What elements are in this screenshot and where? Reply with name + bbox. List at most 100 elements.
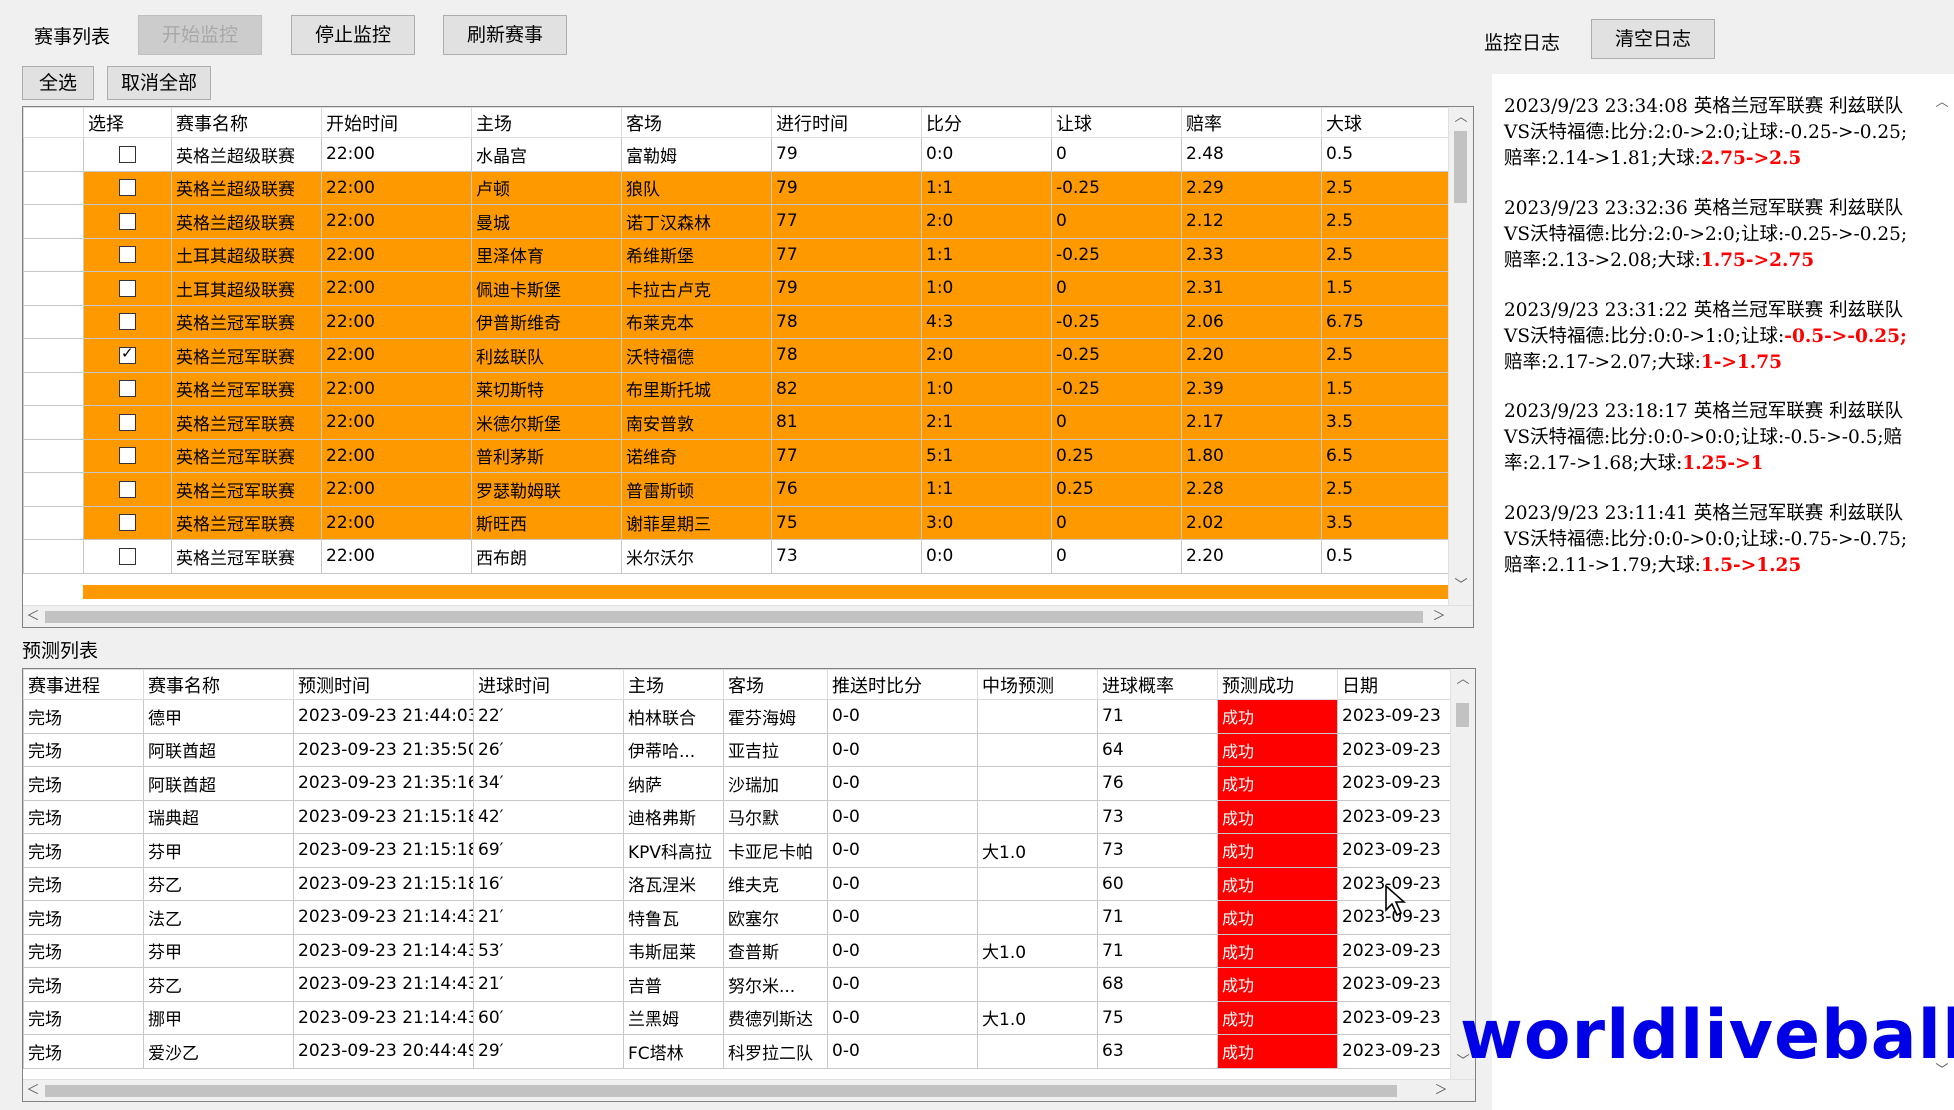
prediction-row[interactable]: 完场 芬甲 2023-09-23 21:15:18 69′ KPV科高拉 卡亚尼卡帕 0-0… [23, 833, 1454, 868]
prediction-row[interactable]: 完场 芬甲 2023-09-23 21:14:43 53′ 韦斯屈莱 查普斯 0-0 大1.0… [23, 933, 1454, 968]
scroll-up-icon[interactable]: ︿ [1453, 671, 1473, 689]
match-vscrollbar[interactable]: ︿ ﹀ [1448, 107, 1473, 605]
row-header[interactable] [23, 170, 84, 205]
select-cell[interactable] [83, 170, 172, 205]
col-header[interactable]: 预测成功 [1217, 669, 1338, 700]
prediction-row[interactable]: 完场 挪甲 2023-09-23 21:14:43 60′ 兰黑姆 费德列斯达 0-0 大1.… [23, 1000, 1454, 1035]
col-header[interactable]: 中场预测 [977, 669, 1098, 700]
match-row[interactable]: 英格兰冠军联赛 22:00 罗瑟勒姆联 普雷斯顿 76 1:1 0.25 2.28 2.5 [23, 472, 1450, 507]
select-cell[interactable] [83, 204, 172, 239]
row-checkbox[interactable] [119, 380, 136, 398]
row-checkbox[interactable] [119, 212, 136, 230]
select-cell[interactable] [83, 137, 172, 172]
row-checkbox[interactable] [119, 145, 136, 163]
match-row[interactable]: 土耳其超级联赛 22:00 里泽体育 希维斯堡 77 1:1 -0.25 2.33 2.5 [23, 237, 1450, 272]
match-row[interactable]: 英格兰冠军联赛 22:00 伊普斯维奇 布莱克本 78 4:3 -0.25 2.06 6.75 [23, 304, 1450, 339]
row-checkbox[interactable] [119, 279, 136, 297]
match-row[interactable]: 土耳其超级联赛 22:00 佩迪卡斯堡 卡拉古卢克 79 1:0 0 2.31 1.5 [23, 271, 1450, 306]
deselect-all-button[interactable]: 取消全部 [107, 66, 211, 100]
row-header[interactable] [23, 304, 84, 339]
hscroll-thumb[interactable] [45, 1085, 1397, 1097]
row-header[interactable] [23, 137, 84, 172]
scroll-thumb[interactable] [1456, 703, 1469, 727]
row-header[interactable] [23, 405, 84, 440]
match-row[interactable]: 英格兰冠军联赛 22:00 莱切斯特 布里斯托城 82 1:0 -0.25 2.39 1.5 [23, 371, 1450, 406]
match-row[interactable]: 英格兰冠军联赛 22:00 普利茅斯 诺维奇 77 5:1 0.25 1.80 6.5 [23, 438, 1450, 473]
scroll-left-icon[interactable]: ＜ [23, 608, 43, 626]
row-checkbox[interactable] [119, 313, 136, 331]
scroll-up-icon[interactable]: ︿ [1932, 94, 1952, 112]
prediction-row[interactable]: 完场 德甲 2023-09-23 21:44:03 22′ 柏林联合 霍芬海姆 0-0 71 成… [23, 699, 1454, 734]
col-header[interactable]: 进球时间 [473, 669, 624, 700]
scroll-down-icon[interactable]: ﹀ [1451, 577, 1471, 595]
col-header[interactable]: 让球 [1051, 107, 1182, 138]
row-checkbox[interactable] [119, 246, 136, 264]
start-monitor-button[interactable]: 开始监控 [138, 15, 262, 55]
col-header[interactable]: 日期 [1337, 669, 1454, 700]
col-header[interactable]: 赛事进程 [23, 669, 144, 700]
match-hscrollbar[interactable]: ＜ ＞ [23, 605, 1473, 627]
row-checkbox[interactable] [119, 413, 136, 431]
col-header[interactable]: 选择 [83, 107, 172, 138]
col-header[interactable]: 开始时间 [321, 107, 472, 138]
clear-log-button[interactable]: 清空日志 [1591, 19, 1715, 59]
col-header[interactable]: 客场 [723, 669, 828, 700]
select-cell[interactable] [83, 338, 172, 373]
match-row[interactable]: 英格兰超级联赛 22:00 水晶宫 富勒姆 79 0:0 0 2.48 0.5 [23, 137, 1450, 172]
col-header[interactable]: 主场 [623, 669, 724, 700]
col-header[interactable]: 赛事名称 [171, 107, 322, 138]
row-header[interactable] [23, 204, 84, 239]
match-row[interactable]: 英格兰冠军联赛 22:00 西布朗 米尔沃尔 73 0:0 0 2.20 0.5 [23, 539, 1450, 574]
row-header[interactable] [23, 371, 84, 406]
select-cell[interactable] [83, 304, 172, 339]
col-header[interactable]: 主场 [471, 107, 622, 138]
row-checkbox[interactable] [119, 547, 136, 565]
col-header[interactable]: 比分 [921, 107, 1052, 138]
select-cell[interactable] [83, 405, 172, 440]
hscroll-thumb[interactable] [45, 611, 1423, 623]
col-header[interactable]: 进球概率 [1097, 669, 1218, 700]
select-all-button[interactable]: 全选 [22, 66, 94, 100]
select-cell[interactable] [83, 237, 172, 272]
col-header[interactable]: 进行时间 [771, 107, 922, 138]
row-checkbox[interactable] [119, 480, 136, 498]
row-header[interactable] [23, 539, 84, 574]
col-header[interactable]: 赛事名称 [143, 669, 294, 700]
prediction-row[interactable]: 完场 芬乙 2023-09-23 21:14:43 21′ 吉普 努尔米... 0-0 68 成… [23, 967, 1454, 1002]
select-cell[interactable] [83, 472, 172, 507]
col-header[interactable]: 预测时间 [293, 669, 474, 700]
prediction-hscrollbar[interactable]: ＜ ＞ [23, 1079, 1475, 1101]
prediction-row[interactable]: 完场 阿联酋超 2023-09-23 21:35:16 34′ 纳萨 沙瑞加 0-0 76 成功… [23, 766, 1454, 801]
row-header[interactable] [23, 438, 84, 473]
col-header[interactable]: 赔率 [1181, 107, 1322, 138]
col-header[interactable]: 大球 [1321, 107, 1450, 138]
row-checkbox[interactable] [119, 447, 136, 465]
col-header[interactable]: 推送时比分 [827, 669, 978, 700]
select-cell[interactable] [83, 505, 172, 540]
row-checkbox[interactable] [119, 179, 136, 197]
match-row[interactable]: 英格兰冠军联赛22:00利兹联队沃特福德782:0-0.252.202.5 [23, 338, 1450, 373]
row-checkbox[interactable] [119, 514, 136, 532]
stop-monitor-button[interactable]: 停止监控 [291, 15, 415, 55]
match-row[interactable]: 英格兰超级联赛 22:00 卢顿 狼队 79 1:1 -0.25 2.29 2.5 [23, 170, 1450, 205]
scroll-right-icon[interactable]: ＞ [1429, 608, 1449, 626]
row-checkbox[interactable] [119, 344, 136, 364]
scroll-left-icon[interactable]: ＜ [23, 1082, 43, 1100]
select-cell[interactable] [83, 438, 172, 473]
row-header[interactable] [23, 237, 84, 272]
match-row[interactable]: 英格兰冠军联赛 22:00 米德尔斯堡 南安普敦 81 2:1 0 2.17 3.5 [23, 405, 1450, 440]
prediction-row[interactable]: 完场 芬乙 2023-09-23 21:15:18 16′ 洛瓦涅米 维夫克 0-0 60 成功… [23, 866, 1454, 901]
row-header[interactable] [23, 271, 84, 306]
row-header[interactable] [23, 338, 84, 373]
prediction-row[interactable]: 完场 阿联酋超 2023-09-23 21:35:50 26′ 伊蒂哈... 亚吉拉 0-0… [23, 732, 1454, 767]
col-header[interactable]: 客场 [621, 107, 772, 138]
scroll-up-icon[interactable]: ︿ [1451, 109, 1471, 127]
select-cell[interactable] [83, 539, 172, 574]
scroll-right-icon[interactable]: ＞ [1431, 1082, 1451, 1100]
select-cell[interactable] [83, 271, 172, 306]
prediction-row[interactable]: 完场 法乙 2023-09-23 21:14:43 21′ 特鲁瓦 欧塞尔 0-0 71 成功 2… [23, 900, 1454, 935]
refresh-matches-button[interactable]: 刷新赛事 [443, 15, 567, 55]
match-row[interactable]: 英格兰冠军联赛 22:00 斯旺西 谢菲星期三 75 3:0 0 2.02 3.5 [23, 505, 1450, 540]
match-row[interactable]: 英格兰超级联赛 22:00 曼城 诺丁汉森林 77 2:0 0 2.12 2.5 [23, 204, 1450, 239]
prediction-row[interactable]: 完场 瑞典超 2023-09-23 21:15:18 42′ 迪格弗斯 马尔默 0-0 73 成… [23, 799, 1454, 834]
